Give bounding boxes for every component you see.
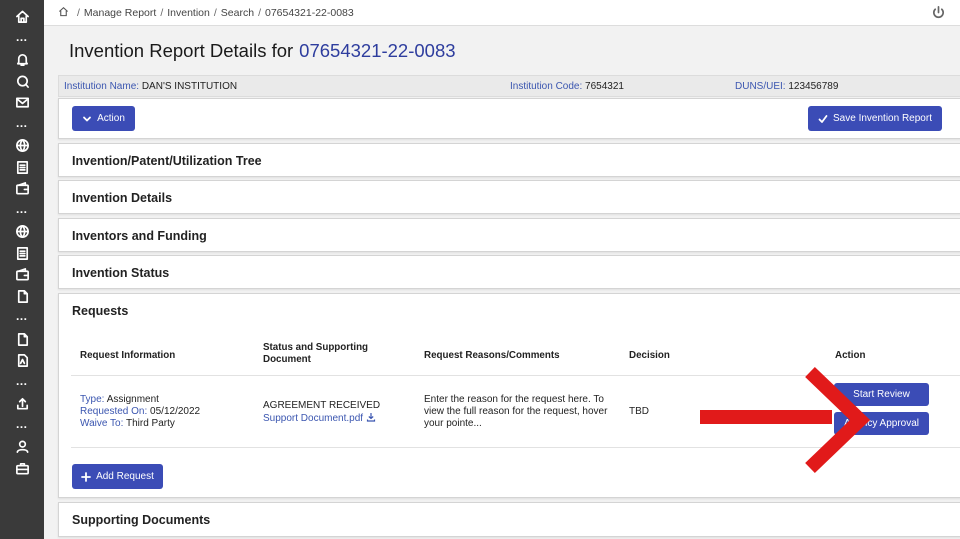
requested-on-value: 05/12/2022: [150, 406, 201, 417]
breadcrumb-search[interactable]: Search: [221, 7, 254, 19]
pdf-icon[interactable]: [0, 350, 44, 372]
action-toolbar: Action Save Invention Report: [58, 98, 960, 139]
type-value: Assignment: [106, 394, 159, 405]
plus-icon: [81, 471, 91, 482]
breadcrumb-manage-report[interactable]: Manage Report: [84, 7, 156, 19]
institution-code-label: Institution Code:: [510, 81, 583, 92]
page-title-text: Invention Report Details for: [69, 40, 294, 61]
check-icon: [818, 114, 828, 123]
institution-name-label: Institution Name:: [64, 81, 140, 92]
action-button[interactable]: Action: [72, 106, 135, 131]
power-icon[interactable]: [931, 5, 946, 23]
institution-name-value: DAN'S INSTITUTION: [141, 81, 238, 92]
upload-icon[interactable]: [0, 393, 44, 415]
sidebar-divider: …: [15, 29, 29, 44]
section-title: Requests: [72, 304, 129, 318]
column-header-decision: Decision: [629, 350, 670, 361]
document-icon[interactable]: [0, 243, 44, 265]
file-icon[interactable]: [0, 286, 44, 308]
action-button-label: Action: [97, 113, 125, 124]
column-header-reasons: Request Reasons/Comments: [424, 350, 560, 361]
reason-line: Enter the reason for the request here. T…: [424, 394, 604, 405]
support-document-name: Support Document.pdf: [263, 413, 364, 424]
download-icon[interactable]: [366, 412, 376, 422]
globe-icon[interactable]: [0, 135, 44, 157]
home-icon[interactable]: [58, 6, 73, 19]
section-title: Invention Details: [72, 191, 173, 205]
add-request-label: Add Request: [96, 471, 154, 482]
breadcrumb: / Manage Report / Invention / Search / 0…: [44, 0, 960, 26]
annotation-arrow-icon: [700, 366, 871, 474]
chevron-down-icon: [83, 116, 91, 121]
column-header-status-line2: Document: [263, 354, 311, 365]
briefcase-icon[interactable]: [0, 458, 44, 480]
duns-uei: DUNS/UEI: 123456789: [735, 81, 838, 92]
breadcrumb-separator: /: [258, 6, 261, 19]
add-request-button[interactable]: Add Request: [72, 464, 163, 489]
wallet-icon[interactable]: [0, 264, 44, 286]
page-title: Invention Report Details for 07654321-22…: [44, 26, 960, 76]
section-supporting-documents[interactable]: Supporting Documents +: [58, 502, 960, 537]
sidebar-divider: …: [15, 309, 29, 323]
requested-on-label: Requested On:: [80, 406, 148, 417]
sidebar-divider: …: [15, 373, 29, 388]
reason-line: your pointe...: [424, 418, 482, 429]
bell-icon[interactable]: [0, 49, 44, 71]
breadcrumb-separator: /: [77, 6, 80, 19]
sidebar: … … … … … …: [0, 0, 44, 539]
section-title: Invention/Patent/Utilization Tree: [72, 154, 262, 168]
duns-label: DUNS/UEI:: [735, 81, 786, 92]
institution-code-value: 7654321: [585, 81, 624, 92]
globe-icon[interactable]: [0, 221, 44, 243]
support-document-link[interactable]: Support Document.pdf: [263, 412, 380, 425]
mail-icon[interactable]: [0, 92, 44, 114]
breadcrumb-separator: /: [213, 6, 217, 19]
section-tree[interactable]: Invention/Patent/Utilization Tree +: [58, 143, 960, 177]
file-icon[interactable]: [0, 329, 44, 351]
sidebar-divider: …: [15, 201, 29, 216]
column-header-action: Action: [835, 350, 866, 361]
institution-code: Institution Code: 7654321: [510, 81, 624, 92]
sidebar-divider: …: [15, 416, 29, 431]
report-number: 07654321-22-0083: [299, 40, 456, 61]
home-icon[interactable]: [0, 6, 44, 28]
reason-line: view the full reason for the request, ho…: [424, 406, 608, 417]
institution-name: Institution Name: DAN'S INSTITUTION: [64, 81, 237, 92]
institution-info-bar: Institution Name: DAN'S INSTITUTION Inst…: [58, 75, 960, 97]
sidebar-divider: …: [15, 115, 29, 130]
save-button-label: Save Invention Report: [833, 113, 932, 124]
duns-value: 123456789: [788, 81, 839, 92]
section-title: Supporting Documents: [72, 513, 211, 527]
section-invention-status[interactable]: Invention Status +: [58, 255, 960, 289]
chat-icon[interactable]: [0, 71, 44, 93]
status-cell: AGREEMENT RECEIVED Support Document.pdf: [263, 400, 380, 425]
column-header-status: Status and Supporting Document: [263, 342, 368, 366]
column-header-request-information: Request Information: [80, 350, 176, 361]
wallet-icon[interactable]: [0, 178, 44, 200]
reason-cell: Enter the reason for the request here. T…: [424, 394, 607, 430]
section-title: Inventors and Funding: [72, 229, 207, 243]
request-info: Type: Assignment Requested On: 05/12/202…: [80, 394, 200, 430]
decision-value: TBD: [629, 406, 649, 417]
column-header-status-line1: Status and Supporting: [263, 342, 369, 353]
main-content: / Manage Report / Invention / Search / 0…: [44, 0, 960, 539]
type-label: Type:: [80, 394, 105, 405]
breadcrumb-current: 07654321-22-0083: [264, 6, 354, 19]
waive-to-label: Waive To:: [80, 418, 124, 429]
waive-to-value: Third Party: [125, 418, 175, 429]
section-inventors-funding[interactable]: Inventors and Funding +: [58, 218, 960, 252]
section-invention-details[interactable]: Invention Details +: [58, 180, 960, 214]
user-icon[interactable]: [0, 436, 44, 458]
breadcrumb-invention[interactable]: Invention: [167, 7, 210, 19]
status-value: AGREEMENT RECEIVED: [263, 400, 381, 411]
section-title: Invention Status: [72, 266, 170, 280]
document-icon[interactable]: [0, 157, 44, 179]
save-invention-report-button[interactable]: Save Invention Report: [808, 106, 942, 131]
breadcrumb-separator: /: [160, 6, 164, 19]
